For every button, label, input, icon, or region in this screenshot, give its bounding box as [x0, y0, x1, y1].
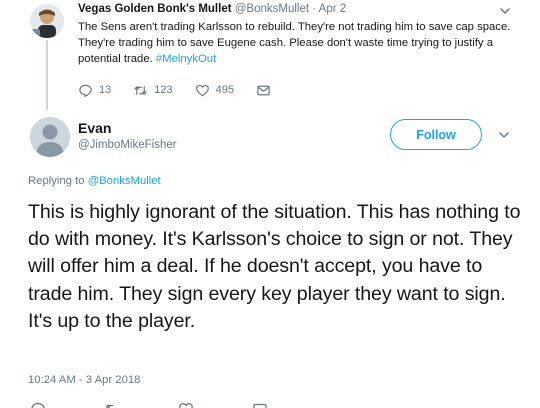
display-name[interactable]: Evan — [78, 120, 111, 136]
reply-icon[interactable] — [30, 401, 46, 408]
direct-message-button[interactable] — [256, 83, 277, 98]
reply-button[interactable]: 13 — [78, 83, 111, 98]
retweet-count: 123 — [154, 84, 173, 96]
tweet-body: This is highly ignorant of the situation… — [28, 201, 521, 332]
chevron-down-icon[interactable] — [498, 4, 512, 18]
heart-icon[interactable] — [178, 401, 194, 408]
tweet-timestamp[interactable]: 10:24 AM - 3 Apr 2018 — [28, 374, 140, 386]
retweet-icon[interactable] — [104, 401, 120, 408]
thread-connector — [46, 40, 48, 110]
follow-button[interactable]: Follow — [390, 119, 482, 150]
tweet-date[interactable]: Apr 2 — [319, 3, 347, 15]
hashtag-link[interactable]: #MelnykOut — [156, 53, 216, 65]
parent-tweet-text: The Sens aren't trading Karlsson to rebu… — [78, 19, 518, 67]
display-name[interactable]: Vegas Golden Bonk's Mullet — [78, 3, 232, 15]
tweet-actions — [30, 401, 326, 408]
chevron-down-icon[interactable] — [497, 128, 511, 142]
parent-tweet[interactable]: Vegas Golden Bonk's Mullet @BonksMullet … — [0, 0, 540, 110]
separator-dot: · — [312, 3, 317, 15]
replying-to-line: Replying to @BonksMullet — [28, 175, 161, 187]
avatar[interactable] — [30, 4, 64, 38]
envelope-icon — [257, 85, 270, 95]
envelope-icon[interactable] — [252, 401, 268, 408]
user-handle[interactable]: @JimboMikeFisher — [78, 139, 177, 151]
heart-icon — [195, 84, 209, 96]
user-handle[interactable]: @BonksMullet — [235, 3, 309, 15]
reply-count: 13 — [99, 84, 112, 96]
mention-link[interactable]: @BonksMullet — [88, 175, 161, 187]
replying-to-label: Replying to — [28, 175, 85, 187]
reply-icon — [79, 84, 92, 97]
retweet-icon — [134, 85, 147, 95]
like-count: 495 — [215, 84, 234, 96]
parent-tweet-header: Vegas Golden Bonk's Mullet @BonksMullet … — [78, 3, 346, 15]
like-button[interactable]: 495 — [195, 83, 234, 98]
tweet-actions: 13 123 495 — [78, 82, 299, 98]
avatar[interactable] — [30, 117, 70, 157]
retweet-button[interactable]: 123 — [133, 83, 173, 98]
tweet-body: The Sens aren't trading Karlsson to rebu… — [78, 21, 511, 65]
